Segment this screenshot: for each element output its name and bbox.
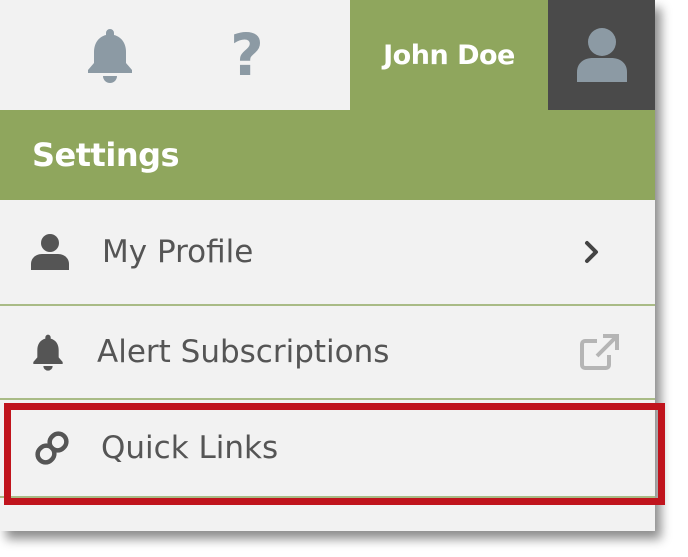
help-button[interactable]: ? (207, 0, 287, 110)
help-icon: ? (230, 21, 264, 89)
menu-item-my-profile[interactable]: My Profile (0, 200, 655, 304)
user-icon (30, 232, 70, 272)
bell-icon (30, 332, 66, 372)
avatar-button[interactable] (548, 0, 655, 110)
menu-item-label: My Profile (102, 234, 254, 270)
user-name: John Doe (383, 39, 515, 71)
notifications-button[interactable] (70, 0, 150, 110)
bell-icon (88, 29, 132, 83)
user-menu-tab[interactable]: John Doe (350, 0, 548, 110)
settings-header: Settings (0, 110, 655, 200)
top-toolbar: ? John Doe (0, 0, 655, 110)
settings-title: Settings (32, 136, 180, 174)
chevron-right-icon (580, 237, 604, 267)
menu-item-alert-subscriptions[interactable]: Alert Subscriptions (0, 306, 655, 398)
user-avatar-icon (576, 28, 627, 82)
highlight-box (4, 403, 665, 505)
menu-item-label: Alert Subscriptions (97, 334, 390, 370)
external-link-icon (578, 332, 622, 372)
